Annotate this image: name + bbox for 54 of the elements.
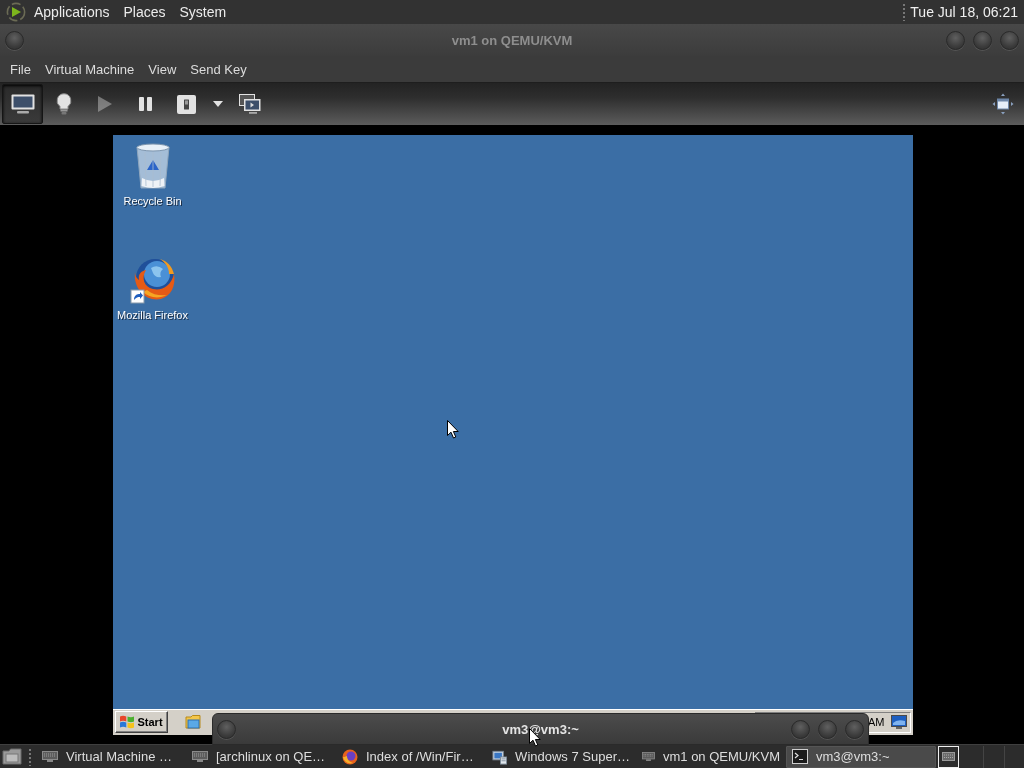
task-button[interactable]: Windows 7 Super… — [486, 745, 636, 768]
monitor-icon — [192, 751, 208, 762]
close-button[interactable] — [1000, 30, 1019, 50]
start-button[interactable]: Start — [114, 711, 168, 733]
pause-icon — [139, 97, 152, 111]
folder-icon — [2, 748, 22, 765]
task-button[interactable]: [archlinux on QE… — [186, 745, 336, 768]
terminal-icon — [792, 749, 808, 764]
task-button[interactable]: vm1 on QEMU/KVM — [636, 745, 786, 768]
play-icon — [97, 96, 112, 112]
quick-launch-button[interactable] — [184, 714, 202, 730]
task-button[interactable]: Index of /Win/Fir… — [336, 745, 486, 768]
window-title: vm1 on QEMU/KVM — [451, 32, 573, 48]
workspace-button[interactable] — [938, 745, 959, 768]
window-thumbnail-icon — [942, 752, 955, 761]
trash-bin-icon — [134, 141, 171, 190]
panel-menu[interactable]: Applications — [27, 1, 117, 23]
console-button[interactable] — [2, 84, 43, 124]
panel-menu[interactable]: Places — [116, 1, 173, 23]
computer-icon — [492, 748, 508, 765]
minimize-button[interactable] — [946, 30, 965, 50]
fox-globe-icon — [342, 748, 358, 765]
monitor-icon — [642, 751, 655, 762]
tray-clock: AM — [868, 716, 885, 728]
caret-icon — [213, 101, 223, 107]
menu-item[interactable]: View — [141, 57, 184, 81]
close-button[interactable] — [845, 719, 864, 739]
maximize-button[interactable] — [973, 30, 992, 50]
task-button[interactable]: Virtual Machine … — [36, 745, 186, 768]
panel-clock[interactable]: Tue Jul 18, 06:21 — [910, 4, 1018, 20]
maximize-button[interactable] — [818, 719, 837, 739]
panel-logo-icon — [6, 2, 26, 22]
window-menu-button[interactable] — [5, 30, 24, 50]
minimize-button[interactable] — [791, 719, 810, 739]
fullscreen-icon — [992, 93, 1014, 115]
screens-icon — [238, 94, 261, 114]
menu-item[interactable]: Virtual Machine — [37, 57, 142, 81]
flag-icon — [118, 715, 135, 729]
switch-icon — [177, 94, 196, 114]
lightbulb-icon — [55, 93, 72, 115]
window-title: vm3@vm3:~ — [502, 721, 579, 737]
monitor-icon — [42, 751, 58, 762]
task-button[interactable]: vm3@vm3:~ — [786, 745, 936, 768]
desktop-icon-label[interactable]: Recycle Bin — [123, 194, 182, 207]
window-menu-button[interactable] — [217, 719, 236, 739]
folder-icon — [184, 714, 202, 730]
desktop-icon-label[interactable]: Mozilla Firefox — [117, 308, 188, 321]
mouse-pointer-icon — [447, 420, 459, 439]
show-desktop-button[interactable] — [2, 746, 24, 767]
menu-item[interactable]: File — [3, 57, 38, 81]
monitor-icon — [890, 715, 907, 729]
panel-menu[interactable]: System — [172, 1, 234, 23]
monitor-icon — [10, 94, 35, 114]
menu-item[interactable]: Send Key — [183, 57, 254, 81]
